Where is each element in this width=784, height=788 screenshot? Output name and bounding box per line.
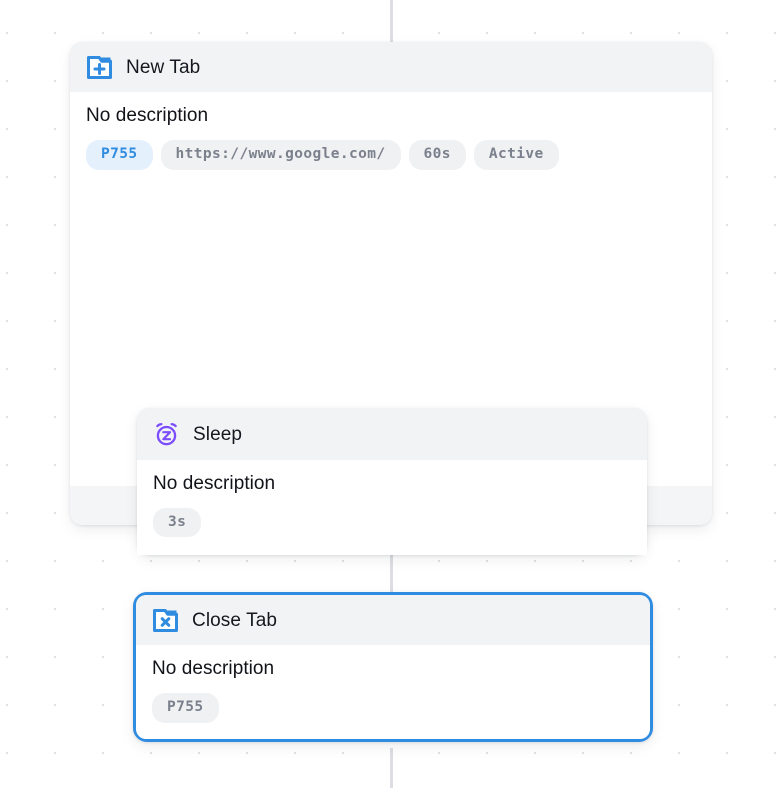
node-sleep[interactable]: Sleep No description 3s bbox=[137, 407, 647, 555]
node-sleep-body: No description 3s bbox=[137, 459, 647, 555]
connector-edge-top bbox=[390, 0, 393, 44]
node-close-tab-body: No description P755 bbox=[136, 645, 650, 739]
node-new-tab-tags: P755 https://www.google.com/ 60s Active bbox=[86, 140, 696, 170]
tag-node-id[interactable]: P755 bbox=[86, 140, 153, 170]
node-new-tab-header[interactable]: New Tab bbox=[70, 42, 712, 92]
node-sleep-description: No description bbox=[153, 472, 276, 494]
tag-timeout[interactable]: 60s bbox=[408, 140, 466, 170]
node-sleep-tags: 3s bbox=[153, 507, 631, 537]
node-close-tab-tags: P755 bbox=[152, 693, 634, 723]
connector-edge-tail bbox=[390, 748, 393, 788]
node-sleep-header[interactable]: Sleep bbox=[137, 407, 647, 460]
tag-duration[interactable]: 3s bbox=[153, 507, 202, 537]
new-tab-icon bbox=[86, 55, 113, 80]
tag-url[interactable]: https://www.google.com/ bbox=[160, 140, 401, 170]
node-new-tab-body: No description P755 https://www.google.c… bbox=[70, 92, 712, 188]
node-new-tab-children-area: Sleep No description 3s bbox=[70, 187, 712, 555]
tag-node-id[interactable]: P755 bbox=[152, 693, 219, 723]
node-sleep-title: Sleep bbox=[193, 423, 243, 445]
node-new-tab[interactable]: New Tab No description P755 https://www.… bbox=[70, 42, 712, 555]
node-new-tab-description: No description bbox=[86, 105, 209, 126]
alarm-sleep-icon bbox=[153, 421, 180, 448]
close-tab-icon bbox=[152, 608, 179, 633]
node-close-tab-header[interactable]: Close Tab bbox=[136, 595, 650, 645]
node-close-tab-description: No description bbox=[152, 658, 275, 679]
tag-status[interactable]: Active bbox=[473, 140, 559, 170]
node-close-tab[interactable]: Close Tab No description P755 bbox=[133, 592, 653, 742]
node-close-tab-title: Close Tab bbox=[192, 610, 278, 631]
node-new-tab-title: New Tab bbox=[126, 57, 201, 78]
workflow-canvas[interactable]: New Tab No description P755 https://www.… bbox=[0, 0, 784, 788]
